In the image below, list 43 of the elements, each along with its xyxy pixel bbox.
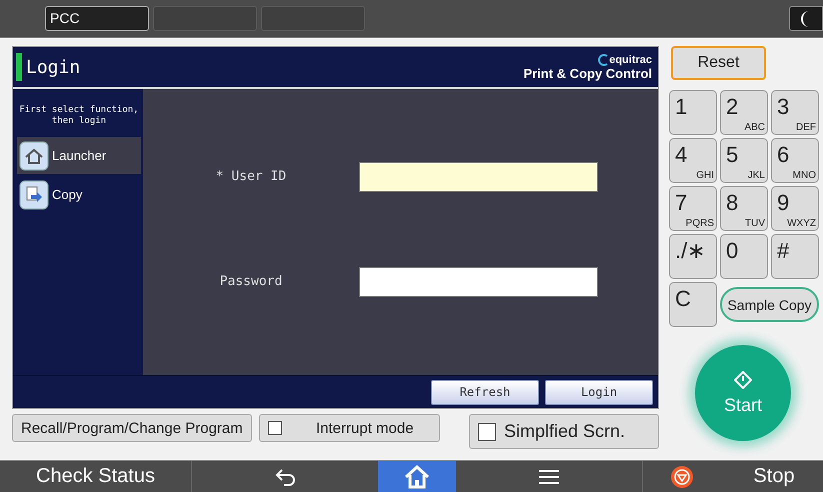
home-icon bbox=[404, 464, 430, 488]
field-label: * User ID bbox=[214, 169, 288, 184]
keypad-key[interactable]: C bbox=[669, 282, 717, 327]
menu-icon bbox=[539, 468, 559, 484]
sleep-button[interactable] bbox=[789, 6, 823, 31]
keypad-key[interactable]: 7 PQRS bbox=[669, 186, 717, 231]
keypad-key[interactable]: # bbox=[771, 234, 819, 279]
login-button[interactable]: Login bbox=[545, 380, 653, 404]
keypad-key[interactable]: 1 bbox=[669, 90, 717, 135]
sidebar-hint: First select function, then login bbox=[18, 105, 140, 127]
input-field[interactable] bbox=[359, 162, 598, 192]
keypad-key[interactable]: 0 bbox=[720, 234, 768, 279]
keypad-key[interactable]: 4 GHI bbox=[669, 138, 717, 183]
sample-copy-button[interactable]: Sample Copy bbox=[720, 287, 819, 322]
stop-button[interactable]: Stop bbox=[643, 461, 823, 492]
brand-logo: equitrac bbox=[597, 54, 652, 66]
home-button[interactable] bbox=[378, 461, 456, 492]
stop-icon bbox=[671, 466, 694, 488]
function-item[interactable]: Launcher bbox=[17, 137, 141, 174]
top-tab[interactable]: PCC bbox=[45, 6, 149, 31]
simplified-screen-button[interactable]: Simplfied Scrn. bbox=[469, 414, 659, 449]
field-label: Password bbox=[218, 274, 284, 289]
check-status-button[interactable]: Check Status bbox=[0, 461, 192, 492]
house-icon bbox=[19, 140, 49, 170]
reset-button[interactable]: Reset bbox=[671, 46, 766, 80]
refresh-button[interactable]: Refresh bbox=[431, 380, 539, 404]
input-field[interactable] bbox=[359, 266, 598, 296]
function-item[interactable]: Copy bbox=[17, 176, 141, 213]
copy-icon bbox=[19, 180, 49, 210]
keypad-key[interactable]: ./∗ bbox=[669, 234, 717, 279]
title-marker bbox=[16, 53, 22, 81]
panel-title: Login bbox=[26, 56, 80, 78]
keypad-key[interactable]: 6 MNO bbox=[771, 138, 819, 183]
program-button[interactable]: Recall/Program/Change Program bbox=[12, 414, 252, 442]
back-arrow-icon bbox=[274, 468, 296, 486]
product-name: Print & Copy Control bbox=[523, 66, 652, 80]
interrupt-mode-button[interactable]: Interrupt mode bbox=[259, 414, 440, 442]
keypad-key[interactable]: 9 WXYZ bbox=[771, 186, 819, 231]
diamond-icon bbox=[734, 370, 752, 388]
keypad-key[interactable]: 5 JKL bbox=[720, 138, 768, 183]
keypad-key[interactable]: 3 DEF bbox=[771, 90, 819, 135]
keypad-key[interactable]: 2 ABC bbox=[720, 90, 768, 135]
keypad-key[interactable]: 8 TUV bbox=[720, 186, 768, 231]
